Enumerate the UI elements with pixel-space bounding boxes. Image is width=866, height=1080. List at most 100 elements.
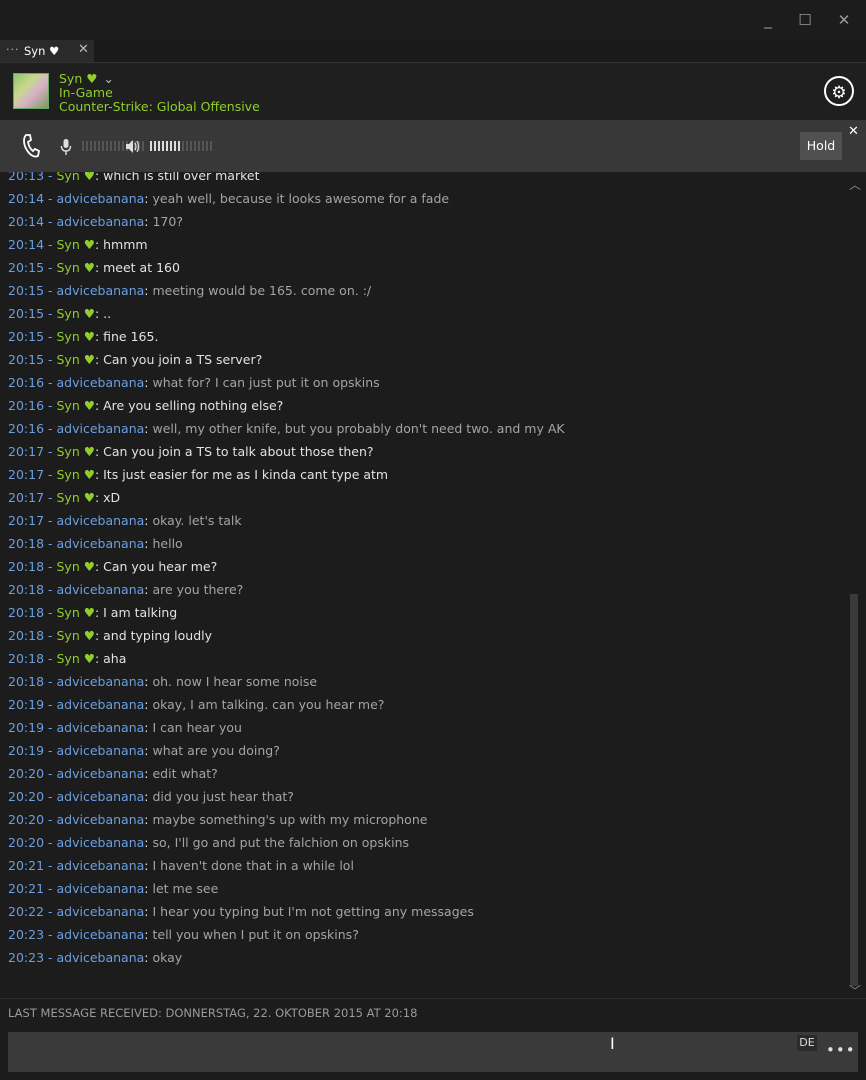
chat-log[interactable]: 20:13 - Syn ♥: which is still over marke… [0, 172, 848, 998]
message-sender[interactable]: advicebanana [57, 950, 145, 965]
chat-message: 20:14 - advicebanana: 170? [8, 210, 183, 233]
hold-button[interactable]: Hold [800, 132, 842, 160]
message-text: 170? [152, 214, 183, 229]
message-sender[interactable]: Syn ♥ [57, 490, 95, 505]
message-time: 20:20 [8, 766, 45, 781]
chevron-down-icon[interactable]: ⌄ [103, 71, 113, 86]
more-options-icon[interactable]: ••• [826, 1041, 856, 1059]
message-time: 20:19 [8, 720, 45, 735]
avatar[interactable] [13, 73, 49, 109]
message-sender[interactable]: advicebanana [57, 214, 145, 229]
meter-segment [142, 141, 144, 151]
friend-name-row[interactable]: Syn ♥ ⌄ [59, 71, 114, 86]
close-icon[interactable]: ✕ [831, 9, 857, 31]
message-sender[interactable]: advicebanana [57, 421, 145, 436]
chat-message: 20:18 - Syn ♥: Can you hear me? [8, 555, 217, 578]
title-bar: _ ☐ ✕ [0, 0, 866, 40]
voice-close-icon[interactable]: ✕ [848, 124, 859, 139]
message-sender[interactable]: Syn ♥ [57, 559, 95, 574]
chat-message: 20:18 - advicebanana: hello [8, 532, 183, 555]
minimize-icon[interactable]: _ [755, 9, 781, 31]
message-input[interactable] [8, 1032, 858, 1072]
message-sender[interactable]: Syn ♥ [57, 352, 95, 367]
chat-message: 20:18 - advicebanana: oh. now I hear som… [8, 670, 317, 693]
tab-menu-icon[interactable]: ··· [6, 43, 20, 56]
message-sender[interactable]: advicebanana [57, 904, 145, 919]
scroll-up-icon[interactable]: ︿ [849, 176, 861, 193]
message-sender[interactable]: advicebanana [57, 858, 145, 873]
message-sender[interactable]: Syn ♥ [57, 467, 95, 482]
speaker-icon[interactable] [125, 139, 141, 154]
message-colon: : [94, 467, 104, 482]
message-time: 20:20 [8, 812, 45, 827]
message-text: .. [103, 306, 112, 321]
meter-segment [154, 141, 156, 151]
message-sender[interactable]: Syn ♥ [57, 398, 95, 413]
message-colon: : [94, 306, 104, 321]
message-colon: : [94, 398, 104, 413]
meter-segment [198, 141, 200, 151]
message-sender[interactable]: Syn ♥ [57, 444, 95, 459]
phone-icon[interactable] [22, 134, 40, 158]
message-sender[interactable]: Syn ♥ [57, 260, 95, 275]
message-sender[interactable]: Syn ♥ [57, 329, 95, 344]
message-time: 20:18 [8, 605, 45, 620]
message-sender[interactable]: Syn ♥ [57, 628, 95, 643]
message-separator: - [44, 789, 57, 804]
message-sender[interactable]: Syn ♥ [57, 651, 95, 666]
tab-close-icon[interactable]: ✕ [78, 42, 89, 57]
message-sender[interactable]: advicebanana [57, 927, 145, 942]
message-sender[interactable]: advicebanana [57, 743, 145, 758]
message-time: 20:19 [8, 743, 45, 758]
meter-segment [118, 141, 120, 151]
friend-game: Counter-Strike: Global Offensive [59, 99, 260, 114]
meter-segment [106, 141, 108, 151]
gear-icon[interactable]: ⚙ [824, 76, 854, 106]
message-time: 20:18 [8, 651, 45, 666]
message-time: 20:17 [8, 444, 45, 459]
message-sender[interactable]: advicebanana [57, 191, 145, 206]
scroll-down-icon[interactable]: ﹀ [849, 982, 861, 999]
message-sender[interactable]: advicebanana [57, 283, 145, 298]
message-sender[interactable]: advicebanana [57, 513, 145, 528]
message-text: which is still over market [103, 172, 260, 183]
message-sender[interactable]: Syn ♥ [57, 605, 95, 620]
message-sender[interactable]: advicebanana [57, 375, 145, 390]
message-sender[interactable]: Syn ♥ [57, 306, 95, 321]
message-separator: - [44, 398, 57, 413]
message-sender[interactable]: advicebanana [57, 812, 145, 827]
chat-message: 20:17 - Syn ♥: Can you join a TS to talk… [8, 440, 374, 463]
meter-segment [182, 141, 184, 151]
maximize-icon[interactable]: ☐ [792, 9, 818, 31]
message-sender[interactable]: advicebanana [57, 697, 145, 712]
message-separator: - [44, 927, 57, 942]
scrollbar-thumb[interactable] [850, 594, 858, 986]
message-sender[interactable]: advicebanana [57, 536, 145, 551]
microphone-icon[interactable] [60, 138, 72, 156]
chat-message: 20:18 - Syn ♥: I am talking [8, 601, 177, 624]
speaker-volume-meter[interactable] [150, 141, 212, 151]
message-sender[interactable]: advicebanana [57, 582, 145, 597]
message-sender[interactable]: advicebanana [57, 789, 145, 804]
message-text: I am talking [103, 605, 178, 620]
message-sender[interactable]: advicebanana [57, 835, 145, 850]
message-text: and typing loudly [103, 628, 212, 643]
message-sender[interactable]: advicebanana [57, 720, 145, 735]
meter-segment [90, 141, 92, 151]
message-separator: - [44, 172, 57, 183]
chat-message: 20:16 - advicebanana: well, my other kni… [8, 417, 565, 440]
message-sender[interactable]: Syn ♥ [57, 237, 95, 252]
message-sender[interactable]: advicebanana [57, 881, 145, 896]
message-separator: - [44, 237, 57, 252]
friend-name: Syn ♥ [59, 71, 98, 86]
meter-segment [150, 141, 152, 151]
meter-segment [158, 141, 160, 151]
message-time: 20:18 [8, 674, 45, 689]
message-sender[interactable]: Syn ♥ [57, 172, 95, 183]
message-sender[interactable]: advicebanana [57, 766, 145, 781]
message-time: 20:15 [8, 352, 45, 367]
message-sender[interactable]: advicebanana [57, 674, 145, 689]
message-separator: - [44, 375, 57, 390]
tab-syn[interactable]: ··· Syn ♥ ✕ [0, 40, 94, 62]
language-indicator[interactable]: DE [797, 1035, 817, 1051]
